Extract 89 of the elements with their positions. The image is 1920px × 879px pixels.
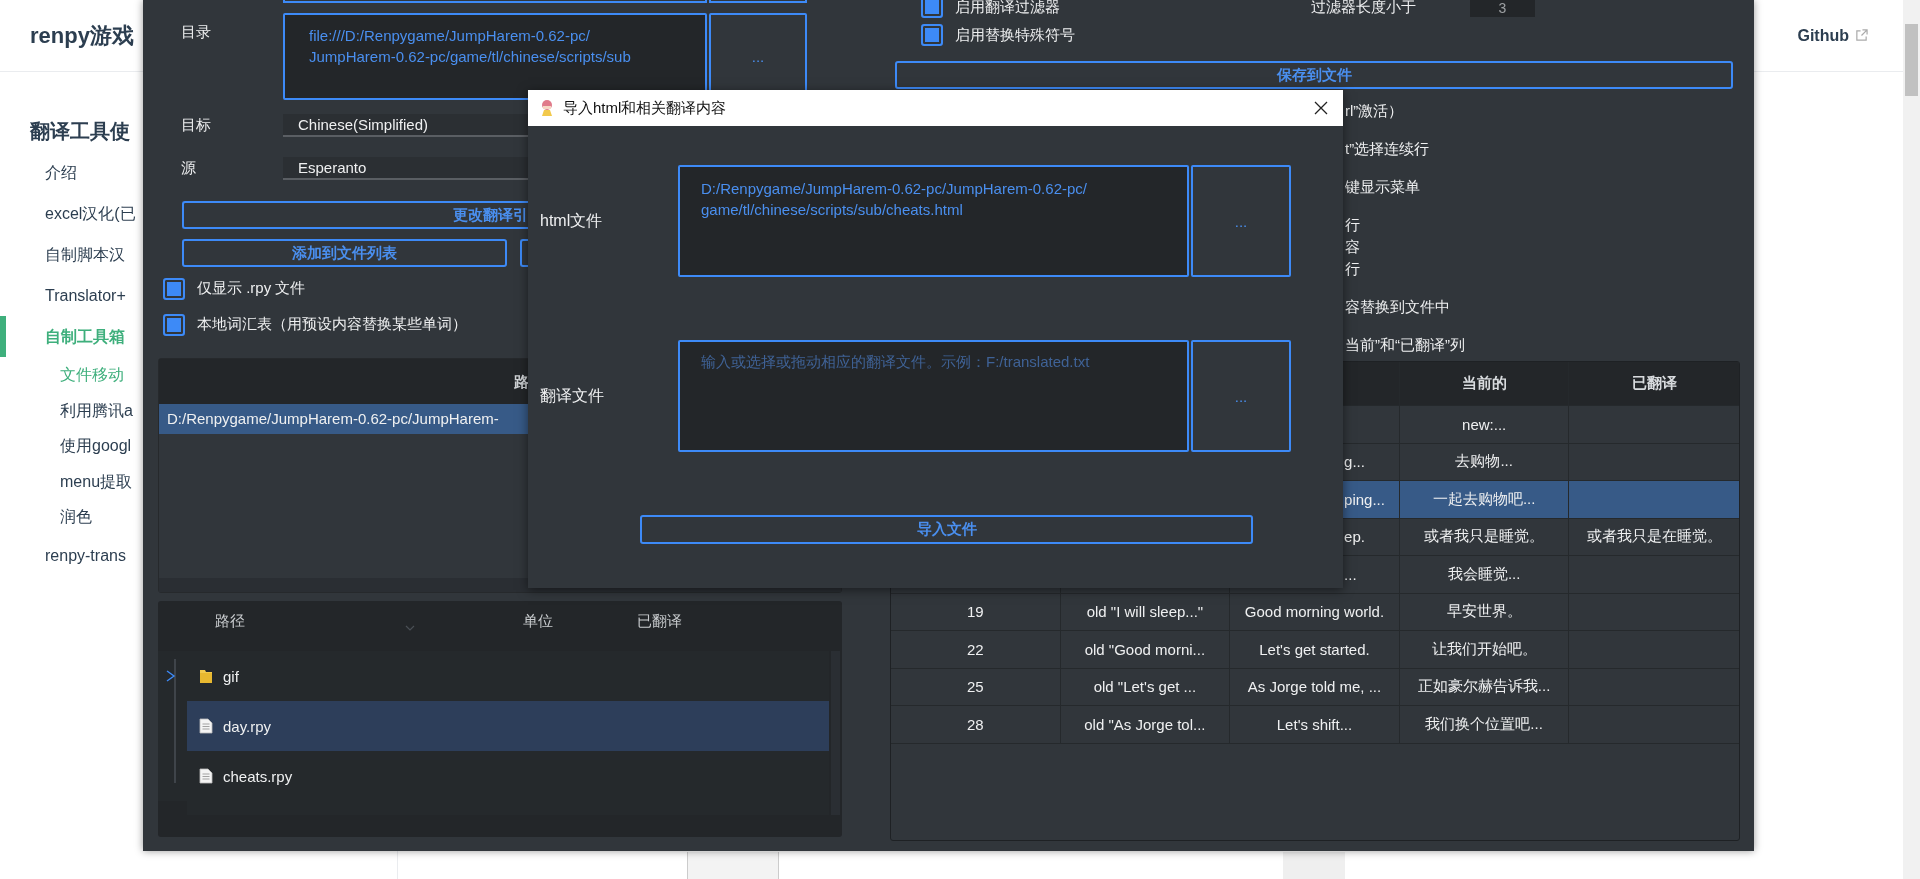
sidebar-subitem[interactable]: 利用腾讯a (0, 392, 133, 428)
option-label: 行 (1345, 259, 1361, 279)
page-block (1283, 852, 1345, 879)
field-label: 目标 (180, 116, 212, 135)
header-link[interactable]: Github (1797, 26, 1868, 45)
checkbox[interactable] (163, 277, 185, 300)
close-icon (1314, 101, 1328, 115)
external-link-icon (1855, 29, 1868, 42)
file-icon (199, 768, 213, 784)
table-cell: 正如豪尔赫告诉我... (1399, 668, 1570, 706)
table-row[interactable]: 25 old "Let's get ... As Jorge told me, ... 正如豪尔赫告诉我... (891, 668, 1739, 706)
tree-item[interactable]: day.rpy (187, 701, 829, 751)
language-dropdown[interactable]: Chinese(Simplified) (283, 114, 528, 137)
tree-item[interactable]: gif (187, 651, 829, 701)
sidebar-heading: 翻译工具使 (29, 119, 130, 144)
sidebar-item[interactable]: renpy-trans (0, 534, 126, 576)
option-label: 容替换到文件中 (1345, 297, 1451, 317)
column-header[interactable]: 路径 (215, 611, 245, 631)
column-header[interactable]: 已翻译 (637, 611, 682, 631)
sidebar-item[interactable]: 自制脚本汉 (0, 234, 125, 275)
change-engine-button[interactable]: 更改翻译引 (182, 201, 528, 229)
dialog-title: 导入html和相关翻译内容 (563, 98, 727, 118)
add-to-list-button[interactable]: 添加到文件列表 (182, 239, 507, 267)
path-field[interactable]: D:/Renpygame/JumpHarem-0.62-pc/JumpHarem-0.62-pc/ game/tl/chinese/scripts/sub/cheats.html (678, 165, 1189, 277)
field-label: 翻译文件 (539, 385, 605, 406)
table-cell: 或者我只是睡觉。 (1399, 518, 1570, 556)
table-cell: As Jorge told me, ... (1230, 668, 1400, 706)
app-icon (539, 99, 555, 117)
checkbox[interactable] (163, 313, 185, 336)
table-row[interactable]: 22 old "Good morni... Let's get started. 让我们开始吧。 (891, 631, 1739, 669)
list-row[interactable]: D:/Renpygame/JumpHarem-0.62-pc/JumpHarem- (159, 404, 529, 434)
table-cell: Good morning world. (1230, 593, 1400, 631)
checkbox-label: 本地词汇表（用预设内容替换某些单词） (197, 315, 467, 334)
table-cell: old "Let's get ... (1060, 668, 1231, 706)
folder-icon (199, 668, 213, 684)
table-cell: 或者我只是在睡觉。 (1569, 518, 1739, 556)
option-label: 当前”和“已翻译”列 (1345, 335, 1466, 355)
field-label: 目录 (180, 22, 212, 42)
table-cell: 让我们开始吧。 (1399, 631, 1570, 669)
column-header: 路 (513, 372, 529, 392)
table-cell: 我会睡觉... (1399, 556, 1570, 594)
table-cell: 28 (891, 706, 1061, 744)
table-cell: Let's shift... (1230, 706, 1400, 744)
sort-icon (405, 625, 415, 631)
sidebar-subitem[interactable]: 润色 (0, 499, 92, 535)
checkbox-label: 启用替换特殊符号 (955, 25, 1075, 45)
sidebar-subitem[interactable]: menu提取 (0, 463, 133, 499)
table-cell: old "Good morni... (1060, 631, 1231, 669)
table-row[interactable]: 28 old "As Jorge tol... Let's shift... 我们换个位置吧... (891, 706, 1739, 744)
table-cell: old "I will sleep..." (1060, 593, 1231, 631)
sidebar-subitem[interactable]: 使用googl (0, 428, 132, 464)
table-cell: new:... (1399, 406, 1570, 444)
column-header[interactable]: 当前的 (1399, 362, 1570, 406)
table-cell: 一起去购物吧... (1399, 481, 1570, 519)
checkbox[interactable] (921, 24, 943, 46)
action-button[interactable] (520, 239, 528, 267)
tree-item[interactable]: cheats.rpy (187, 751, 829, 801)
table-cell: 早安世界。 (1399, 593, 1570, 631)
table-cell: 19 (891, 593, 1061, 631)
sidebar-item[interactable]: excel汉化(已 (0, 193, 136, 234)
table-cell: old "As Jorge tol... (1060, 706, 1231, 744)
option-label: t”选择连续行 (1345, 139, 1431, 159)
checkbox-label: 仅显示 .rpy 文件 (197, 279, 306, 298)
browse-button[interactable]: ... (1191, 340, 1291, 452)
field-label: 源 (180, 159, 197, 178)
option-label: 行 (1345, 215, 1361, 235)
table-cell: 我们换个位置吧... (1399, 706, 1570, 744)
path-field[interactable]: file:///D:/Renpygame/JumpHarem-0.62-pc/ JumpHarem-0.62-pc/game/tl/chinese/scripts/sub (283, 13, 707, 100)
table-cell: Let's get started. (1230, 631, 1400, 669)
sidebar-item[interactable]: Translator+ (0, 275, 126, 316)
option-label: rl”激活） (1345, 101, 1405, 121)
sidebar-item[interactable]: 介绍 (0, 152, 77, 193)
save-button[interactable]: 保存到文件 (895, 61, 1733, 89)
column-header[interactable]: 单位 (523, 611, 553, 631)
table-cell: 25 (891, 668, 1061, 706)
browse-button[interactable]: ... (1191, 165, 1291, 277)
field-label: html文件 (539, 210, 604, 231)
option-label: 键显示菜单 (1345, 177, 1421, 197)
column-header[interactable]: 已翻译 (1569, 362, 1739, 406)
checkbox[interactable] (921, 0, 943, 18)
language-dropdown[interactable]: Esperanto (283, 157, 528, 180)
scrollbar-thumb[interactable] (1905, 24, 1918, 96)
table-row[interactable]: 19 old "I will sleep..." Good morning world. 早安世界。 (891, 593, 1739, 631)
import-button[interactable]: 导入文件 (640, 515, 1253, 544)
site-title[interactable]: renpy游戏 (30, 20, 134, 51)
number-field[interactable]: 3 (1470, 0, 1535, 17)
table-cell: 22 (891, 631, 1061, 669)
file-icon (199, 718, 213, 734)
option-label: 容 (1345, 237, 1361, 257)
